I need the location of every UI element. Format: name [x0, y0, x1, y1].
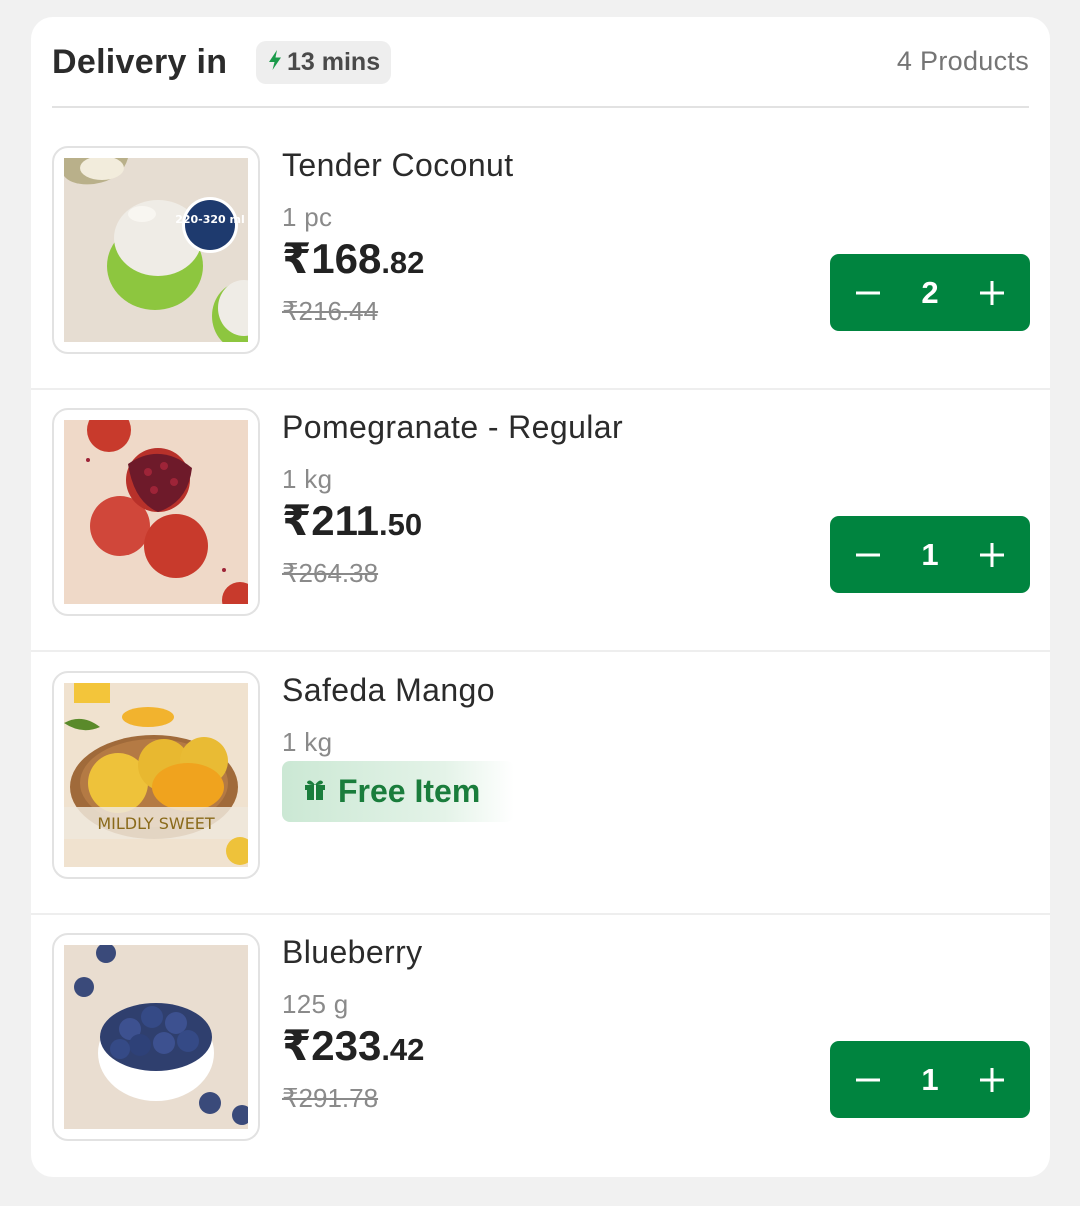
product-quantity: 1 pc: [282, 202, 333, 232]
plus-icon: [980, 1067, 1004, 1092]
product-price: ₹233.42: [282, 1022, 425, 1069]
increase-button[interactable]: [978, 279, 1006, 307]
decrease-button[interactable]: [854, 279, 882, 307]
volume-badge-text: 220-320 ml: [175, 213, 245, 226]
decrease-button[interactable]: [854, 541, 882, 569]
item-count: 1: [921, 1061, 939, 1097]
product-quantity: 1 kg: [282, 727, 333, 757]
cart-item: Blueberry 125 g ₹233.42 ₹291.78 1: [31, 915, 1050, 1177]
quantity-stepper: 1: [830, 516, 1030, 593]
item-count: 2: [921, 274, 939, 310]
plus-icon: [980, 280, 1004, 305]
product-mrp: ₹216.44: [282, 296, 379, 326]
minus-icon: [856, 291, 880, 294]
product-price: ₹168.82: [282, 235, 425, 282]
cart-delivery-card: Delivery in 13 mins 4 Products 220-320 m…: [31, 17, 1050, 1177]
free-item-text: Free Item: [338, 773, 481, 809]
gift-icon: [302, 776, 328, 807]
delivery-header: Delivery in 13 mins 4 Products: [52, 17, 1029, 108]
item-count: 1: [921, 536, 939, 572]
product-name[interactable]: Safeda Mango: [282, 672, 495, 709]
plus-icon: [980, 542, 1004, 567]
minus-icon: [856, 553, 880, 556]
product-quantity: 1 kg: [282, 464, 333, 494]
delivery-title: Delivery in: [52, 43, 228, 81]
product-image[interactable]: MILDLY SWEET: [52, 671, 260, 879]
product-count: 4 Products: [896, 46, 1029, 76]
product-price: ₹211.50: [282, 497, 423, 544]
decrease-button[interactable]: [854, 1066, 882, 1094]
product-name[interactable]: Tender Coconut: [282, 147, 514, 184]
product-image[interactable]: 220-320 ml: [52, 146, 260, 354]
increase-button[interactable]: [978, 541, 1006, 569]
eta-text: 13 mins: [287, 48, 381, 76]
minus-icon: [856, 1078, 880, 1081]
product-image[interactable]: [52, 933, 260, 1141]
product-name[interactable]: Blueberry: [282, 934, 423, 971]
lightning-icon: [266, 49, 284, 76]
quantity-stepper: 2: [830, 254, 1030, 331]
free-item-badge: Free Item: [282, 761, 514, 822]
product-name[interactable]: Pomegranate - Regular: [282, 409, 623, 446]
product-mrp: ₹264.38: [282, 558, 379, 588]
mango-label-text: MILDLY SWEET: [97, 814, 215, 833]
cart-item: 220-320 ml Tender Coconut 1 pc ₹168.82 ₹…: [31, 128, 1050, 390]
product-mrp: ₹291.78: [282, 1083, 379, 1113]
product-image[interactable]: [52, 408, 260, 616]
product-quantity: 125 g: [282, 989, 349, 1019]
cart-item: MILDLY SWEET Safeda Mango 1 kg Free Item: [31, 653, 1050, 915]
increase-button[interactable]: [978, 1066, 1006, 1094]
cart-item: Pomegranate - Regular 1 kg ₹211.50 ₹264.…: [31, 390, 1050, 652]
quantity-stepper: 1: [830, 1041, 1030, 1118]
eta-badge: 13 mins: [256, 41, 392, 84]
